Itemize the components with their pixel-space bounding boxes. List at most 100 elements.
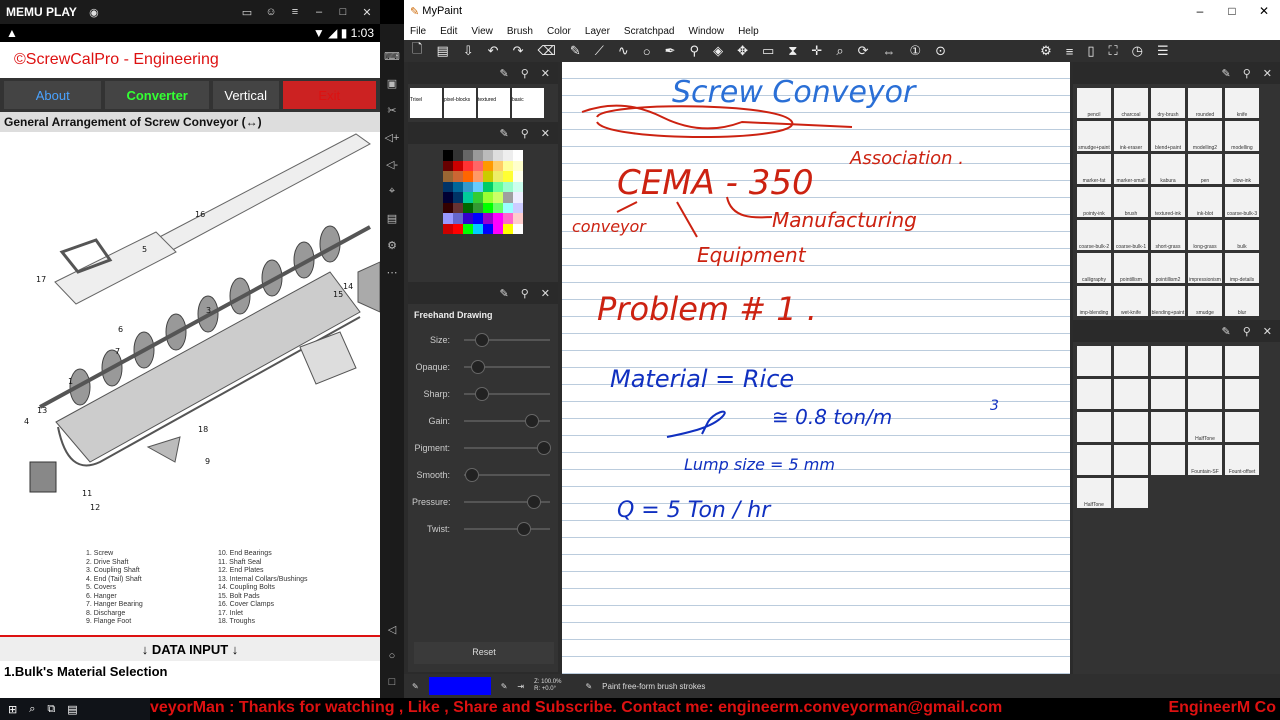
brush-tile[interactable] — [1188, 379, 1222, 409]
pan-icon[interactable]: ✛ — [811, 43, 822, 59]
color-swatch[interactable] — [463, 150, 473, 161]
brush-tile[interactable] — [1077, 379, 1111, 409]
redo-icon[interactable]: ↷ — [513, 43, 524, 59]
brush-tile[interactable] — [1114, 379, 1148, 409]
bulk-material-section[interactable]: 1.Bulk's Material Selection — [4, 664, 167, 679]
color-swatch[interactable] — [483, 223, 493, 234]
slider-track[interactable] — [464, 413, 550, 428]
brush-tile[interactable] — [1151, 379, 1185, 409]
brush-tile[interactable]: HalfTone — [1188, 412, 1222, 442]
rotate-icon[interactable]: ⟳ — [858, 43, 869, 59]
color-swatch[interactable] — [503, 181, 513, 192]
color-swatch[interactable] — [493, 223, 503, 234]
brush-tile[interactable]: charcoal — [1114, 88, 1148, 118]
brush-tile[interactable] — [1225, 379, 1259, 409]
color-swatch[interactable] — [453, 223, 463, 234]
color-swatch[interactable] — [493, 150, 503, 161]
brush-tile[interactable] — [1077, 412, 1111, 442]
color-swatch[interactable] — [443, 160, 453, 171]
more-icon[interactable]: ⋯ — [387, 266, 398, 279]
brush-tile[interactable] — [1188, 346, 1222, 376]
reset-button[interactable]: Reset — [414, 642, 554, 664]
menu-layer[interactable]: Layer — [585, 26, 610, 37]
slider-knob[interactable] — [517, 521, 531, 536]
brush-tile[interactable]: modelling — [1225, 121, 1259, 151]
color-swatch[interactable] — [473, 160, 483, 171]
vertical-button[interactable]: Vertical — [212, 81, 279, 109]
close-icon[interactable]: ✕ — [541, 127, 550, 140]
menu-window[interactable]: Window — [689, 26, 725, 37]
color-swatch[interactable] — [503, 202, 513, 213]
open-icon[interactable]: ▤ — [436, 43, 448, 59]
color-swatch[interactable] — [463, 171, 473, 182]
folder-icon[interactable]: ▤ — [387, 212, 397, 225]
curve-icon[interactable]: ∿ — [618, 43, 629, 59]
pin-icon[interactable]: ✎ — [500, 287, 509, 300]
slider-knob[interactable] — [537, 440, 551, 455]
taskview-icon[interactable]: ⧉ — [47, 703, 55, 716]
color-swatch[interactable] — [503, 213, 513, 224]
brush-tile[interactable]: coarse-bulk-1 — [1114, 220, 1148, 250]
color-swatch[interactable] — [473, 171, 483, 182]
brush-tile[interactable]: HalfTone — [1077, 478, 1111, 508]
slider-knob[interactable] — [527, 494, 542, 509]
location-icon[interactable]: ⌖ — [389, 185, 395, 198]
color-swatch[interactable] — [483, 181, 493, 192]
brush-tile[interactable] — [1151, 346, 1185, 376]
close-icon[interactable]: ✕ — [1263, 325, 1272, 338]
converter-button[interactable]: Converter — [105, 81, 209, 109]
exit-button[interactable]: Exit — [282, 81, 376, 109]
brush-tile[interactable]: slow-ink — [1225, 154, 1259, 184]
slider-track[interactable] — [464, 386, 550, 401]
detach-icon[interactable]: ⚲ — [521, 287, 529, 300]
menu-edit[interactable]: Edit — [440, 26, 457, 37]
home-icon[interactable]: ○ — [389, 650, 396, 662]
color-swatch[interactable] — [503, 223, 513, 234]
color-swatch[interactable] — [503, 171, 513, 182]
color-swatch[interactable] — [513, 181, 523, 192]
color-swatch[interactable] — [513, 223, 523, 234]
move-icon[interactable]: ✥ — [737, 43, 748, 59]
maximize-icon[interactable]: □ — [1216, 4, 1248, 18]
brush-textured[interactable]: textured — [478, 88, 510, 118]
color-swatch[interactable] — [503, 160, 513, 171]
menu-brush[interactable]: Brush — [507, 26, 533, 37]
brush-tile[interactable] — [1225, 346, 1259, 376]
user-icon[interactable]: ☺ — [264, 6, 278, 18]
brush-tile[interactable]: modelling2 — [1188, 121, 1222, 151]
start-icon[interactable]: ⊞ — [8, 703, 17, 716]
reset-zoom-icon[interactable]: ① — [910, 43, 922, 59]
color-swatch[interactable] — [503, 150, 513, 161]
detach-icon[interactable]: ⚲ — [521, 67, 529, 80]
maximize-icon[interactable]: □ — [336, 6, 350, 18]
minimize-icon[interactable]: – — [312, 6, 326, 18]
color-swatch[interactable] — [453, 192, 463, 203]
brush-tile[interactable]: coarse-bulk-3 — [1225, 187, 1259, 217]
inking-icon[interactable]: ✒ — [665, 43, 676, 59]
brush-tile[interactable] — [1114, 445, 1148, 475]
brush-tile[interactable]: blending+paint — [1151, 286, 1185, 316]
apk-icon[interactable]: ▣ — [387, 77, 397, 90]
brush-tile[interactable]: Fount-offset — [1225, 445, 1259, 475]
slider-track[interactable] — [464, 332, 550, 347]
eraser-icon[interactable]: ⌫ — [537, 43, 555, 59]
color-swatch[interactable] — [493, 171, 503, 182]
brush-tile[interactable]: ink-blot — [1188, 187, 1222, 217]
hamburger-icon[interactable]: ☰ — [1157, 43, 1169, 59]
timer-icon[interactable]: ◷ — [1132, 43, 1143, 59]
brush-tile[interactable] — [1151, 445, 1185, 475]
menu-file[interactable]: File — [410, 26, 426, 37]
color-swatch[interactable] — [483, 213, 493, 224]
brush-tile[interactable] — [1114, 412, 1148, 442]
pin-icon[interactable]: ✎ — [500, 67, 509, 80]
scratch-icon[interactable]: ▯ — [1087, 43, 1094, 59]
layer-icon[interactable]: ⇥ — [517, 682, 524, 691]
color-swatch[interactable] — [493, 181, 503, 192]
ellipse-icon[interactable]: ○ — [643, 44, 651, 59]
volume-down-icon[interactable]: ◁- — [386, 158, 398, 171]
screenshot-icon[interactable]: ✂ — [387, 104, 396, 117]
close-icon[interactable]: ✕ — [1248, 4, 1280, 18]
color-swatch[interactable] — [493, 202, 503, 213]
symmetry-icon[interactable]: ⧗ — [788, 43, 797, 59]
close-icon[interactable]: ✕ — [541, 67, 550, 80]
